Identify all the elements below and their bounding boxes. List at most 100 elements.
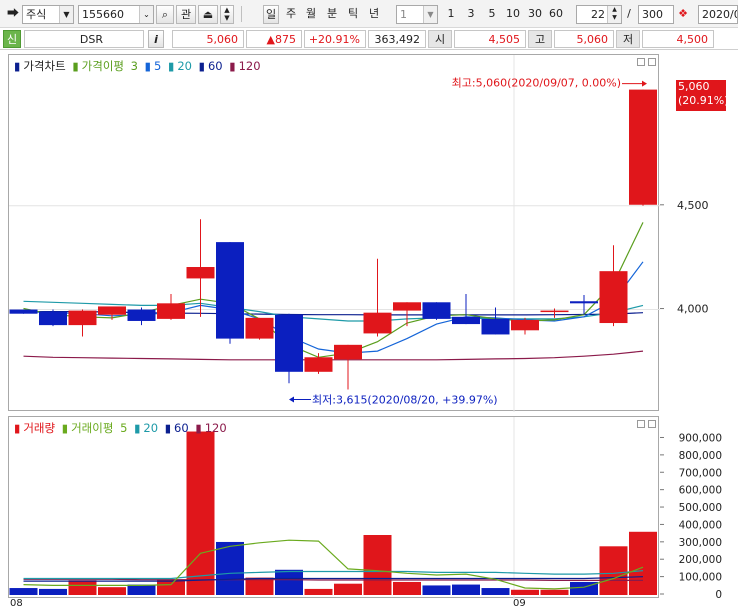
- volume-bar: [275, 569, 303, 595]
- candle-body: [304, 357, 333, 372]
- candle: [629, 89, 657, 206]
- market-select[interactable]: 주식 ▼: [22, 5, 74, 24]
- volume-bar: [540, 589, 569, 595]
- volume-bar: [481, 588, 510, 595]
- candle: [511, 317, 539, 335]
- change-rate: +20.91%: [304, 30, 366, 48]
- period-day-label: 일: [265, 8, 277, 21]
- candle-body: [570, 301, 598, 304]
- volume-chart[interactable]: [9, 417, 660, 599]
- window-menu-icon[interactable]: ⮕: [3, 5, 23, 24]
- price-legend: ▮ 가격차트 ▮ 가격이평 3 ▮ 5 ▮ 20 ▮ 60 ▮ 120: [14, 58, 264, 74]
- candle: [393, 302, 421, 327]
- stepper-arrows-icon: ▲ ▼: [607, 6, 621, 23]
- settings-icon[interactable]: ❖: [676, 5, 690, 24]
- candle: [599, 245, 628, 327]
- chevron-down-icon: ⌄: [139, 6, 153, 23]
- interval-60-button[interactable]: 60: [547, 5, 565, 24]
- high-annotation: 최고:5,060(2020/09/07, 0.00%): [452, 77, 621, 90]
- panel-minimize-button[interactable]: [637, 58, 645, 66]
- volume-bar: [216, 541, 244, 595]
- volume-bar: [393, 581, 421, 595]
- period-month-button[interactable]: 월: [303, 5, 319, 24]
- vma120-line: [23, 578, 643, 581]
- date-axis: 08 09: [8, 598, 659, 610]
- volume-chart-panel[interactable]: ▮ 거래량 ▮ 거래이평 5 ▮ 20 ▮ 60 ▮ 120: [8, 416, 660, 599]
- watchlist-button[interactable]: 관: [176, 5, 196, 24]
- candle-body: [275, 314, 303, 372]
- low-annotation: 최저:3,615(2020/08/20, +39.97%): [312, 393, 498, 406]
- legend-marker: ▮: [164, 421, 172, 435]
- candle: [363, 258, 392, 337]
- period-minute-button[interactable]: 분: [324, 5, 340, 24]
- interval-10-button[interactable]: 10: [504, 5, 522, 24]
- period-week-button[interactable]: 주: [283, 5, 299, 24]
- volume-bar: [511, 589, 539, 595]
- candle-body: [334, 344, 362, 360]
- interval-1-button[interactable]: 1: [444, 5, 458, 24]
- count-separator: /: [627, 7, 631, 20]
- candle: [422, 302, 451, 320]
- volume-tick-label: 0: [715, 589, 722, 598]
- market-select-value: 주식: [26, 8, 47, 21]
- interval-3-button[interactable]: 3: [464, 5, 478, 24]
- stock-info-button[interactable]: i: [148, 30, 164, 48]
- legend-marker: ▮: [134, 421, 141, 435]
- legend-ma5: 5: [153, 59, 162, 73]
- volume-axis-svg: 900,000 800,000 700,000 600,000 500,000 400,0…: [660, 432, 722, 601]
- chart-toolbar: ⮕ 주식 ▼ 155660 ⌄ ⌕ 관 ⏏ ▲ ▼ 일 주 월 분 틱 년 1 ▼…: [0, 0, 738, 28]
- volume-tick-label: 600,000: [679, 485, 722, 497]
- eject-button[interactable]: ⏏: [198, 5, 218, 24]
- volume-tick-label: 500,000: [679, 502, 722, 514]
- toolbar-divider: [241, 6, 242, 22]
- stock-code-input[interactable]: 155660 ⌄: [78, 5, 154, 24]
- search-button[interactable]: ⌕: [156, 5, 174, 24]
- total-count-input[interactable]: 300: [638, 5, 674, 24]
- stock-code-value: 155660: [82, 8, 124, 21]
- legend-vma5: 5: [120, 421, 128, 435]
- price-change: ▲875: [246, 30, 302, 48]
- legend-volume-title: 거래량: [23, 421, 56, 435]
- panel-minimize-button[interactable]: [637, 420, 645, 428]
- date-input-value: 2020/0: [702, 8, 738, 21]
- prev-next-stepper[interactable]: ▲ ▼: [220, 5, 234, 24]
- candle-body: [186, 267, 215, 279]
- price-chart-panel[interactable]: 최고:5,060(2020/09/07, 0.00%) 최저:3,615(2020…: [8, 54, 660, 412]
- period-year-button[interactable]: 년: [366, 5, 382, 24]
- candle-body: [68, 310, 97, 326]
- volume-tick-label: 900,000: [679, 432, 722, 444]
- candle: [275, 313, 303, 384]
- panel-maximize-button[interactable]: [648, 58, 656, 66]
- arrow-head-icon: [642, 80, 647, 87]
- period-day-button[interactable]: 일: [263, 5, 279, 24]
- period-tick-button[interactable]: 틱: [345, 5, 361, 24]
- interval-select[interactable]: 1 ▼: [396, 5, 438, 24]
- volume-bar: [39, 588, 67, 595]
- panel-maximize-button[interactable]: [648, 420, 656, 428]
- candle: [68, 309, 97, 337]
- legend-marker: ▮: [72, 59, 79, 73]
- candle-body: [39, 311, 67, 326]
- stock-name-label: DSR: [79, 33, 103, 46]
- watchlist-label: 관: [180, 8, 192, 21]
- candle: [157, 293, 185, 320]
- candle-body: [363, 312, 392, 334]
- candle-body: [216, 242, 244, 339]
- period-week-label: 주: [285, 7, 297, 20]
- candle: [245, 317, 274, 340]
- volume-legend: ▮ 거래량 ▮ 거래이평 5 ▮ 20 ▮ 60 ▮ 120: [14, 420, 230, 436]
- period-tick-label: 틱: [347, 7, 359, 20]
- interval-5-button[interactable]: 5: [485, 5, 499, 24]
- interval-30-button[interactable]: 30: [526, 5, 544, 24]
- display-count-stepper[interactable]: 22 ▲ ▼: [576, 5, 622, 24]
- eject-icon: ⏏: [202, 8, 214, 21]
- legend-marker: ▮: [229, 59, 236, 73]
- candle-body: [599, 271, 628, 324]
- signal-badge: 신: [3, 30, 21, 48]
- candle-body: [540, 310, 569, 313]
- quote-bar: 신 DSR i 5,060 ▲875 +20.91% 363,492 시 4,5…: [0, 28, 738, 50]
- date-input[interactable]: 2020/0: [698, 5, 738, 24]
- period-month-label: 월: [305, 7, 317, 20]
- period-minute-label: 분: [326, 7, 338, 20]
- price-chart[interactable]: 최고:5,060(2020/09/07, 0.00%) 최저:3,615(2020…: [9, 55, 660, 412]
